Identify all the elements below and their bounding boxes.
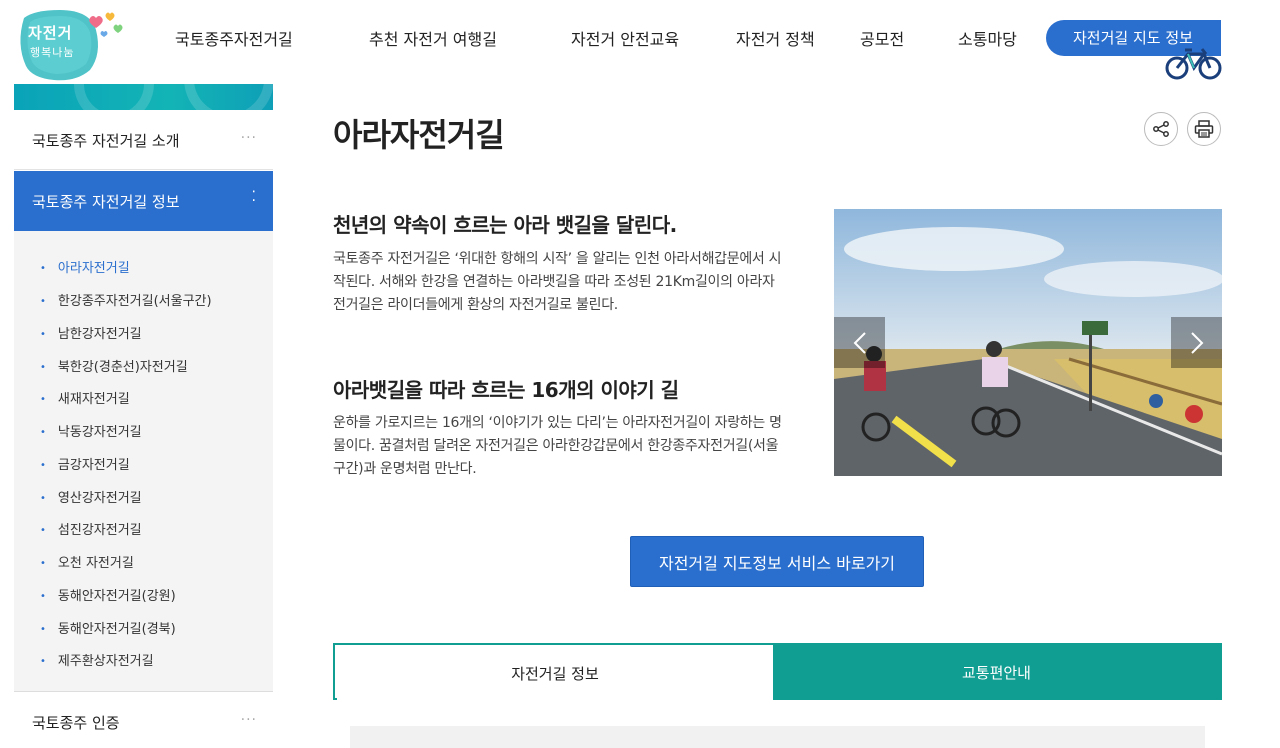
printer-icon [1194, 120, 1214, 138]
chevron-right-icon [1190, 331, 1203, 354]
carousel-prev-button[interactable] [834, 317, 885, 368]
nav-community[interactable]: 소통마당 [958, 26, 1017, 50]
sidebar: 국토종주 자전거길 소개 ··· 국토종주 자전거길 정보 ⁚ 아라자전거길 한… [14, 84, 273, 748]
more-dots-icon: ··· [240, 712, 257, 728]
sidebar-item-label: 국토종주 인증 [32, 714, 120, 732]
info-tabs: 자전거길 정보 교통편안내 [333, 643, 1222, 700]
sub-item-namhangang[interactable]: 남한강자전거길 [40, 323, 142, 342]
tab-content-panel [350, 726, 1205, 748]
section-body-ara: 국토종주 자전거길은 ‘위대한 항해의 시작’ 을 알리는 인천 아라서해갑문에… [333, 251, 782, 313]
section-body-stories: 운하를 가로지르는 16개의 ‘이야기가 있는 다리’는 아라자전거길이 자랑하… [333, 415, 782, 477]
sub-item-bukhangang[interactable]: 북한강(경춘선)자전거길 [40, 356, 188, 375]
logo-badge-icon [20, 10, 123, 81]
photo-carousel [834, 209, 1222, 476]
site-logo[interactable]: 자전거 행복나눔 [10, 4, 140, 82]
sub-item-jeju[interactable]: 제주환상자전거길 [40, 650, 154, 669]
sub-item-saejae[interactable]: 새재자전거길 [40, 388, 130, 407]
tab-transport-guide[interactable]: 교통편안내 [773, 645, 1220, 700]
nav-national-route[interactable]: 국토종주자전거길 [175, 26, 293, 50]
logo-text-main: 자전거 [28, 24, 73, 42]
nav-recommended-route[interactable]: 추천 자전거 여행길 [369, 26, 497, 50]
sub-item-geumgang[interactable]: 금강자전거길 [40, 454, 130, 473]
sidebar-item-label: 국토종주 자전거길 정보 [32, 193, 180, 211]
sub-item-east-coast-gyeongbuk[interactable]: 동해안자전거길(경북) [40, 618, 176, 637]
bicycle-icon [1165, 48, 1222, 80]
sub-item-east-coast-gangwon[interactable]: 동해안자전거길(강원) [40, 585, 176, 604]
expand-dots-icon: ⁚ [251, 189, 257, 205]
sub-item-ocheon[interactable]: 오천 자전거길 [40, 552, 134, 571]
share-icon [1153, 121, 1169, 137]
sub-item-seomjingang[interactable]: 섬진강자전거길 [40, 519, 142, 538]
nav-contest[interactable]: 공모전 [860, 26, 904, 50]
sidebar-banner [14, 84, 273, 110]
sidebar-item-certification[interactable]: 국토종주 인증 ··· [14, 691, 273, 748]
logo-text-sub: 행복나눔 [30, 46, 75, 59]
chevron-left-icon [853, 331, 866, 354]
sub-item-nakdonggang[interactable]: 낙동강자전거길 [40, 421, 142, 440]
nav-policy[interactable]: 자전거 정책 [736, 26, 815, 50]
sub-item-yeongsangang[interactable]: 영산강자전거길 [40, 487, 142, 506]
print-button[interactable] [1187, 112, 1221, 146]
sidebar-item-intro[interactable]: 국토종주 자전거길 소개 ··· [14, 110, 273, 170]
sidebar-item-route-info[interactable]: 국토종주 자전거길 정보 ⁚ [14, 171, 273, 231]
sidebar-item-label: 국토종주 자전거길 소개 [32, 132, 180, 150]
sub-item-hangang-seoul[interactable]: 한강종주자전거길(서울구간) [40, 290, 212, 309]
sidebar-sub-list: 아라자전거길 한강종주자전거길(서울구간) 남한강자전거길 북한강(경춘선)자전… [14, 231, 273, 691]
page-title: 아라자전거길 [333, 116, 505, 154]
tab-route-info[interactable]: 자전거길 정보 [337, 647, 773, 700]
share-button[interactable] [1144, 112, 1178, 146]
map-service-link-button[interactable]: 자전거길 지도정보 서비스 바로가기 [630, 536, 924, 587]
sub-item-ara[interactable]: 아라자전거길 [40, 257, 130, 276]
carousel-next-button[interactable] [1171, 317, 1222, 368]
site-header: 자전거 행복나눔 국토종주자전거길 추천 자전거 여행길 자전거 안전교육 자전… [0, 0, 1280, 84]
more-dots-icon: ··· [240, 130, 257, 146]
section-heading-stories: 아라뱃길을 따라 흐르는 16개의 이야기 길 [333, 378, 679, 402]
section-heading-ara: 천년의 약속이 흐르는 아라 뱃길을 달린다. [333, 213, 677, 237]
cyclists-photo [834, 209, 1222, 476]
nav-safety-education[interactable]: 자전거 안전교육 [571, 26, 679, 50]
